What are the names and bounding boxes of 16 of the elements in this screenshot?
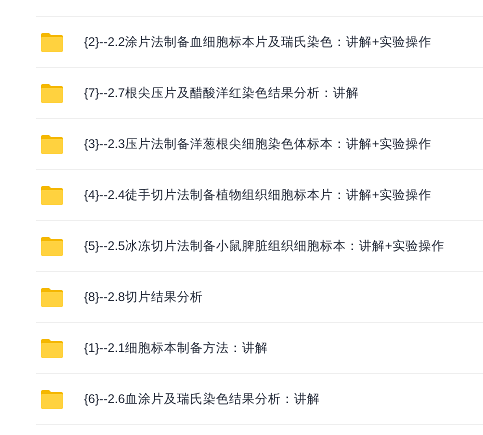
folder-icon xyxy=(40,286,64,308)
folder-name[interactable]: {4}--2.4徒手切片法制备植物组织细胞标本片：讲解+实验操作 xyxy=(84,186,432,204)
folder-icon xyxy=(40,32,64,52)
folder-icon xyxy=(40,82,64,104)
folder-icon xyxy=(40,338,64,358)
folder-name[interactable]: {8}--2.8切片结果分析 xyxy=(84,288,204,306)
folder-name[interactable]: {2}--2.2涂片法制备血细胞标本片及瑞氏染色：讲解+实验操作 xyxy=(84,32,432,52)
folder-name[interactable]: {3}--2.3压片法制备洋葱根尖细胞染色体标本：讲解+实验操作 xyxy=(84,134,432,154)
folder-name[interactable]: {6}--2.6血涂片及瑞氏染色结果分析：讲解 xyxy=(84,390,320,408)
folder-icon xyxy=(40,388,64,410)
folder-icon xyxy=(40,134,64,154)
folder-name[interactable]: {7}--2.7根尖压片及醋酸洋红染色结果分析：讲解 xyxy=(84,84,360,102)
folder-icon xyxy=(40,184,64,206)
folder-name[interactable]: {5}--2.5冰冻切片法制备小鼠脾脏组织细胞标本：讲解+实验操作 xyxy=(84,236,444,256)
folder-icon xyxy=(40,236,64,256)
folder-name[interactable]: {1}--2.1细胞标本制备方法：讲解 xyxy=(84,338,268,358)
